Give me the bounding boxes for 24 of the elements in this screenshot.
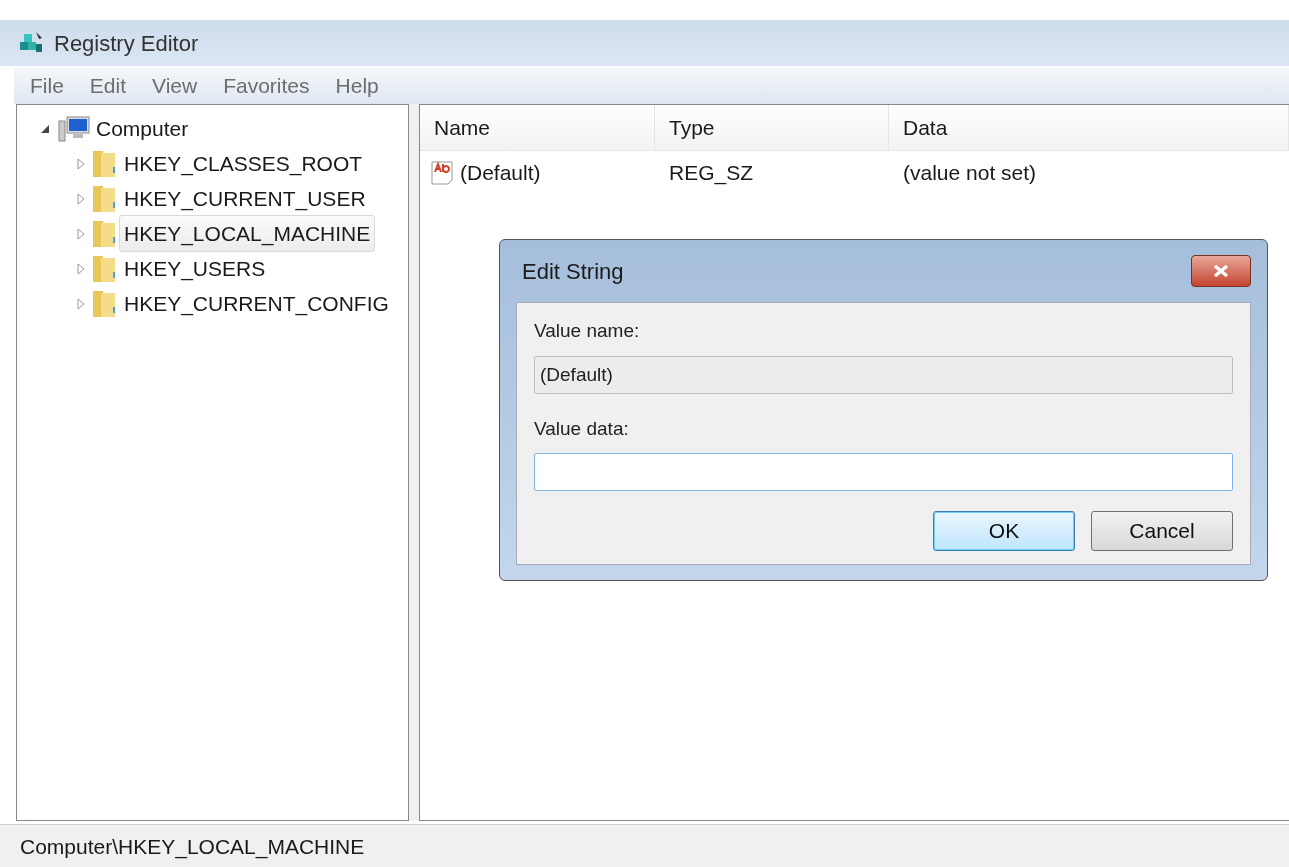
tree-item[interactable]: HKEY_LOCAL_MACHINE	[119, 214, 376, 253]
column-header[interactable]: Name	[420, 105, 655, 150]
menu-item[interactable]: View	[152, 70, 198, 102]
menu-item[interactable]: Edit	[89, 70, 127, 102]
dialog-button[interactable]: Cancel	[1091, 511, 1233, 551]
column-header[interactable]: Data	[889, 105, 1289, 150]
close-icon	[1212, 264, 1230, 278]
close-button[interactable]	[1191, 255, 1251, 287]
value-data-field[interactable]	[534, 453, 1233, 491]
dialog-title: Edit String	[522, 257, 624, 286]
menu-item[interactable]: Favorites	[223, 70, 310, 102]
table-cell-text: REG_SZ	[668, 160, 754, 187]
field-label: Value data:	[534, 416, 630, 441]
menu-item[interactable]: File	[30, 70, 64, 102]
menu-item[interactable]: Help	[335, 70, 379, 102]
field-label: Value name:	[534, 319, 641, 343]
table-cell-text: (Default)	[459, 160, 541, 187]
window-title: Registry Editor	[54, 29, 199, 58]
status-bar: Computer\HKEY_LOCAL_MACHINE	[0, 824, 1289, 867]
string-value-icon	[430, 160, 456, 186]
column-header[interactable]: Type	[655, 105, 889, 150]
computer-icon	[57, 114, 91, 143]
dialog-button[interactable]: OK	[933, 511, 1075, 551]
table-cell-text: (value not set)	[902, 160, 1037, 187]
